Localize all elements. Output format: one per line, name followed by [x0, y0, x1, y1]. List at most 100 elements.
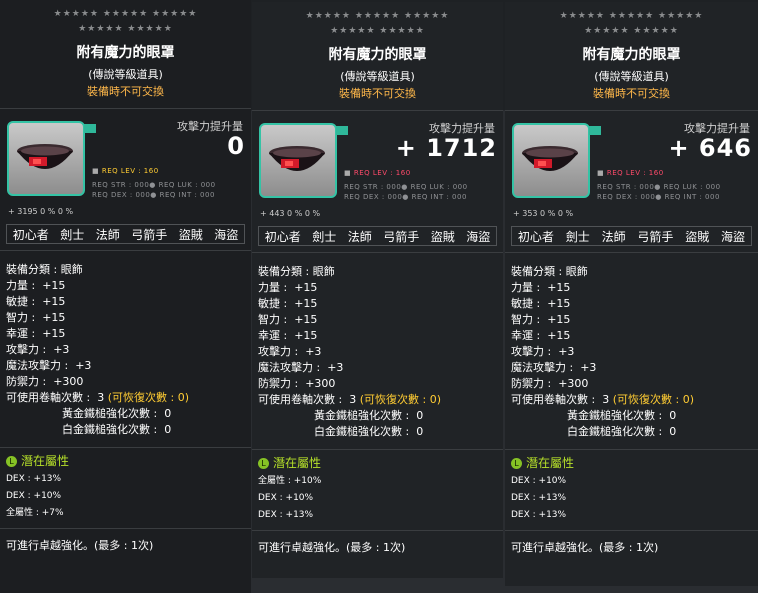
platinum-hammer-count: 白金鐵槌強化次數 : 0: [62, 423, 172, 436]
star-force-notice: 可進行卓越強化。(最多 : 1次): [6, 539, 154, 552]
potential-label: 潛在屬性: [21, 454, 70, 468]
job-list: 初心者 劍士 法師 弓箭手 盜賊 海盜: [511, 226, 752, 246]
job-5: 海盜: [214, 227, 239, 242]
divider: [252, 252, 503, 253]
req-dex-int: REQ DEX : 000● REQ INT : 000: [597, 193, 720, 201]
star-force-stars-row1: ★★★★★ ★★★★★ ★★★★★: [559, 11, 704, 21]
recover-count: (可恢復次數 : 0): [612, 393, 694, 406]
job-list: 初心者 劍士 法師 弓箭手 盜賊 海盜: [258, 226, 497, 246]
job-list: 初心者 劍士 法師 弓箭手 盜賊 海盜: [6, 224, 245, 244]
potential-label: 潛在屬性: [273, 456, 322, 470]
item-grade: (傳說等級道具): [88, 68, 163, 81]
untradeable-notice: 裝備時不可交換: [593, 87, 670, 100]
job-1: 劍士: [60, 227, 85, 242]
recover-count: (可恢復次數 : 0): [359, 393, 441, 406]
stat-lines: 裝備分類 : 眼飾 力量 : +15 敏捷 : +15 智力 : +15 幸運 …: [6, 263, 105, 404]
attack-increase-value: + 1712: [395, 134, 497, 162]
golden-hammer-count: 黃金鐵槌強化次數 : 0: [62, 407, 172, 420]
job-2: 法師: [95, 227, 120, 242]
platinum-hammer-count: 白金鐵槌強化次數 : 0: [567, 425, 677, 438]
platinum-hammer-count: 白金鐵槌強化次數 : 0: [314, 425, 424, 438]
potential-lines: DEX : +10% DEX : +13% DEX : +13%: [511, 476, 567, 520]
item-tooltip-3: ★★★★★ ★★★★★ ★★★★★ ★★★★★ ★★★★★ 附有魔力的眼罩 (傳…: [505, 2, 758, 586]
legendary-icon: L: [511, 458, 522, 469]
req-str-luk: REQ STR : 000● REQ LUK : 000: [344, 183, 468, 191]
eyepatch-icon: [17, 144, 73, 169]
job-4: 盜賊: [685, 229, 710, 244]
req-level: ■ REQ LEV : 160: [344, 169, 411, 177]
job-1: 劍士: [312, 229, 337, 244]
potential-label: 潛在屬性: [526, 456, 575, 470]
stat-lines: 裝備分類 : 眼飾 力量 : +15 敏捷 : +15 智力 : +15 幸運 …: [511, 265, 610, 406]
star-force-notice: 可進行卓越強化。(最多 : 1次): [511, 541, 659, 554]
job-0: 初心者: [12, 227, 49, 242]
star-force-stars-row2: ★★★★★ ★★★★★: [584, 26, 679, 36]
untradeable-notice: 裝備時不可交換: [339, 87, 416, 100]
job-3: 弓箭手: [383, 229, 420, 244]
combat-power-row: + 3195 0 % 0 %: [8, 207, 74, 216]
divider: [252, 530, 503, 531]
item-name: 附有魔力的眼罩: [328, 47, 427, 63]
job-4: 盜賊: [430, 229, 455, 244]
divider: [505, 110, 758, 111]
job-2: 法師: [347, 229, 372, 244]
legendary-icon: L: [6, 456, 17, 467]
item-grade: (傳說等級道具): [594, 70, 669, 83]
item-name: 附有魔力的眼罩: [582, 47, 681, 63]
potential-lines: 全屬性 : +10% DEX : +10% DEX : +13%: [258, 476, 322, 520]
divider: [0, 528, 251, 529]
divider: [0, 108, 251, 109]
potential-lines: DEX : +13% DEX : +10% 全屬性 : +7%: [6, 474, 64, 518]
item-grade: (傳說等級道具): [340, 70, 415, 83]
req-level: ■ REQ LEV : 160: [92, 167, 159, 175]
untradeable-notice: 裝備時不可交換: [87, 85, 164, 98]
golden-hammer-count: 黃金鐵槌強化次數 : 0: [567, 409, 677, 422]
item-name: 附有魔力的眼罩: [76, 45, 175, 61]
req-str-luk: REQ STR : 000● REQ LUK : 000: [597, 183, 721, 191]
potential-section: L 潛在屬性 DEX : +10% DEX : +13% DEX : +13%: [511, 455, 574, 523]
potential-section: L 潛在屬性 全屬性 : +10% DEX : +10% DEX : +13%: [258, 455, 321, 523]
attack-increase-value: + 646: [668, 134, 752, 162]
stat-lines: 裝備分類 : 眼飾 力量 : +15 敏捷 : +15 智力 : +15 幸運 …: [258, 265, 357, 406]
item-stats: 裝備分類 : 眼飾 力量 : +15 敏捷 : +15 智力 : +15 幸運 …: [511, 264, 694, 440]
job-1: 劍士: [565, 229, 590, 244]
item-flag-icon: [84, 124, 96, 133]
divider: [0, 250, 251, 251]
legendary-icon: L: [258, 458, 269, 469]
item-icon-frame: [7, 121, 85, 196]
attack-increase-value: 0: [227, 132, 245, 160]
job-3: 弓箭手: [637, 229, 674, 244]
star-force-stars-row1: ★★★★★ ★★★★★ ★★★★★: [53, 9, 198, 19]
item-icon-frame: [259, 123, 337, 198]
star-force-stars-row2: ★★★★★ ★★★★★: [78, 24, 173, 34]
item-tooltip-1: ★★★★★ ★★★★★ ★★★★★ ★★★★★ ★★★★★ 附有魔力的眼罩 (傳…: [0, 0, 251, 593]
item-flag-icon: [589, 126, 601, 135]
eyepatch-icon: [269, 146, 325, 171]
star-force-notice: 可進行卓越強化。(最多 : 1次): [258, 541, 406, 554]
star-force-stars-row2: ★★★★★ ★★★★★: [330, 26, 425, 36]
item-stats: 裝備分類 : 眼飾 力量 : +15 敏捷 : +15 智力 : +15 幸運 …: [258, 264, 441, 440]
item-icon-frame: [512, 123, 590, 198]
star-force-stars-row1: ★★★★★ ★★★★★ ★★★★★: [305, 11, 450, 21]
divider: [505, 449, 758, 450]
golden-hammer-count: 黃金鐵槌強化次數 : 0: [314, 409, 424, 422]
job-5: 海盜: [466, 229, 491, 244]
potential-section: L 潛在屬性 DEX : +13% DEX : +10% 全屬性 : +7%: [6, 453, 69, 521]
item-tooltip-2: ★★★★★ ★★★★★ ★★★★★ ★★★★★ ★★★★★ 附有魔力的眼罩 (傳…: [252, 2, 503, 578]
item-flag-icon: [336, 126, 348, 135]
combat-power-row: + 353 0 % 0 %: [513, 209, 574, 218]
divider: [505, 530, 758, 531]
divider: [505, 252, 758, 253]
item-stats: 裝備分類 : 眼飾 力量 : +15 敏捷 : +15 智力 : +15 幸運 …: [6, 262, 189, 438]
job-3: 弓箭手: [131, 227, 168, 242]
recover-count: (可恢復次數 : 0): [107, 391, 189, 404]
job-0: 初心者: [517, 229, 554, 244]
divider: [0, 447, 251, 448]
req-dex-int: REQ DEX : 000● REQ INT : 000: [92, 191, 215, 199]
combat-power-row: + 443 0 % 0 %: [260, 209, 321, 218]
req-dex-int: REQ DEX : 000● REQ INT : 000: [344, 193, 467, 201]
divider: [252, 449, 503, 450]
eyepatch-icon: [522, 146, 578, 171]
job-4: 盜賊: [178, 227, 203, 242]
job-5: 海盜: [721, 229, 746, 244]
